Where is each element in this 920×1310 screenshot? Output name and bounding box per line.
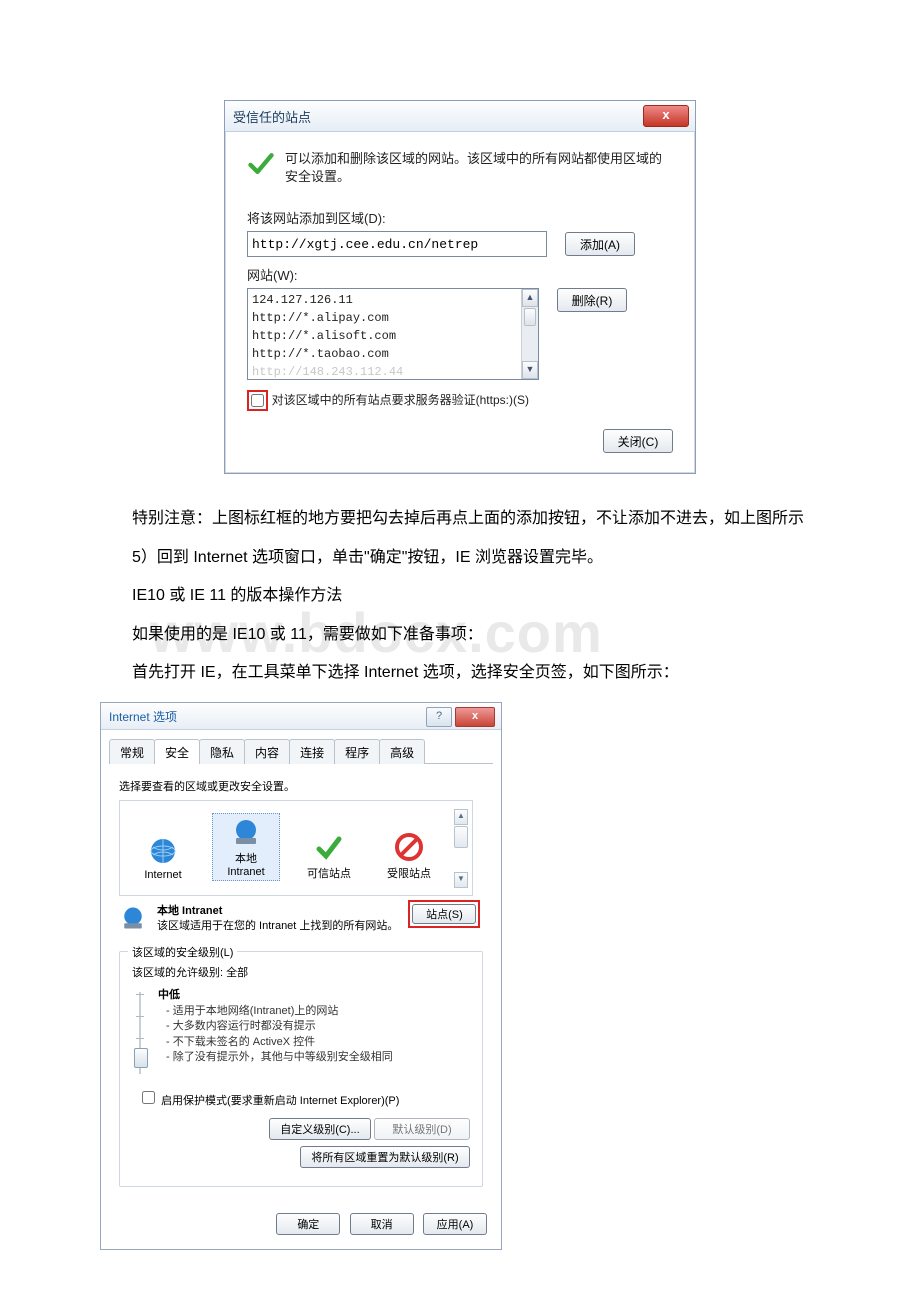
zone-local-intranet[interactable]: 本地 Intranet [212, 813, 280, 881]
add-site-input[interactable] [247, 231, 547, 257]
sites-button-highlight: 站点(S) [408, 900, 480, 928]
https-checkbox[interactable] [251, 394, 264, 407]
security-legend: 该区域的安全级别(L) [128, 944, 237, 960]
tab-security[interactable]: 安全 [154, 739, 200, 764]
list-item[interactable]: http://*.alisoft.com [252, 327, 534, 345]
add-field-label: 将该网站添加到区域(D): [247, 208, 673, 227]
dialog-title: 受信任的站点 [233, 107, 311, 126]
tab-connections[interactable]: 连接 [289, 739, 335, 764]
protected-mode-label: 启用保护模式(要求重新启动 Internet Explorer)(P) [161, 1095, 399, 1107]
default-level-button[interactable]: 默认级别(D) [374, 1118, 470, 1140]
bullet: 除了没有提示外，其他与中等级别安全级相同 [173, 1051, 393, 1063]
cancel-button[interactable]: 取消 [350, 1213, 414, 1235]
bullet: 适用于本地网络(Intranet)上的网站 [173, 1005, 339, 1017]
para-prep: 如果使用的是 IE10 或 11，需要做如下准备事项： [100, 620, 820, 650]
globe-icon [119, 904, 147, 935]
close-icon[interactable]: x [455, 707, 495, 727]
list-item[interactable]: http://*.alipay.com [252, 309, 534, 327]
titlebar[interactable]: Internet 选项 ? x [101, 703, 501, 730]
list-item[interactable]: http://148.243.112.44 [252, 363, 534, 380]
sites-label: 网站(W): [247, 265, 673, 284]
tab-privacy[interactable]: 隐私 [199, 739, 245, 764]
scroll-up-icon[interactable]: ▲ [522, 289, 538, 307]
zone-scrollbar[interactable]: ▲ ▼ [454, 809, 468, 888]
ok-button[interactable]: 确定 [276, 1213, 340, 1235]
intro-text: 可以添加和删除该区域的网站。该区域中的所有网站都使用区域的安全设置。 [285, 150, 673, 186]
apply-button[interactable]: 应用(A) [423, 1213, 487, 1235]
list-item[interactable]: 124.127.126.11 [252, 291, 534, 309]
zone-restricted[interactable]: 受限站点 [378, 831, 440, 881]
help-icon[interactable]: ? [426, 707, 452, 727]
scroll-thumb[interactable] [524, 308, 536, 326]
tab-general[interactable]: 常规 [109, 739, 155, 764]
trusted-sites-dialog: 受信任的站点 x 可以添加和删除该区域的网站。该区域中的所有网站都使用区域的安全… [224, 100, 696, 474]
https-checkbox-highlight [247, 390, 268, 411]
para-open: 首先打开 IE，在工具菜单下选择 Internet 选项，选择安全页签，如下图所… [100, 658, 820, 688]
reset-all-button[interactable]: 将所有区域重置为默认级别(R) [300, 1146, 470, 1168]
tab-content[interactable]: 内容 [244, 739, 290, 764]
para-heading: IE10 或 IE 11 的版本操作方法 [100, 581, 820, 611]
internet-options-dialog: Internet 选项 ? x 常规 安全 隐私 内容 连接 程序 高级 选择要… [100, 702, 502, 1250]
tab-advanced[interactable]: 高级 [379, 739, 425, 764]
para-step5: 5）回到 Internet 选项窗口，单击"确定"按钮，IE 浏览器设置完毕。 [100, 543, 820, 573]
zone-selector: Internet 本地 Intranet 可信站点 受限站点 ▲ ▼ [119, 800, 473, 896]
https-label: 对该区域中的所有站点要求服务器验证(https:)(S) [272, 393, 529, 407]
scroll-thumb[interactable] [454, 826, 468, 848]
scroll-up-icon[interactable]: ▲ [454, 809, 468, 825]
security-level-group: 该区域的安全级别(L) 该区域的允许级别: 全部 中低 - 适用于本地网络(In… [119, 951, 483, 1187]
scroll-down-icon[interactable]: ▼ [454, 872, 468, 888]
titlebar[interactable]: 受信任的站点 x [225, 101, 695, 132]
sites-listbox[interactable]: 124.127.126.11 http://*.alipay.com http:… [247, 288, 539, 380]
zone-description: 该区域适用于在您的 Intranet 上找到的所有网站。 [157, 919, 398, 934]
close-button[interactable]: 关闭(C) [603, 429, 673, 453]
checkmark-icon [247, 150, 275, 178]
bullet: 不下载未签名的 ActiveX 控件 [173, 1036, 315, 1048]
close-icon[interactable]: x [643, 105, 689, 127]
protected-mode-checkbox[interactable] [142, 1091, 155, 1104]
zone-hint: 选择要查看的区域或更改安全设置。 [119, 778, 483, 794]
security-slider[interactable] [132, 988, 148, 1078]
tabs: 常规 安全 隐私 内容 连接 程序 高级 [109, 738, 493, 764]
allow-level-label: 该区域的允许级别: 全部 [132, 964, 470, 980]
zone-title: 本地 Intranet [157, 904, 398, 919]
para-note: 特别注意：上图标红框的地方要把勾去掉后再点上面的添加按钮，不让添加不进去，如上图… [100, 504, 820, 534]
level-name: 中低 [158, 988, 393, 1003]
tab-programs[interactable]: 程序 [334, 739, 380, 764]
scrollbar[interactable]: ▲ ▼ [521, 289, 538, 379]
list-item[interactable]: http://*.taobao.com [252, 345, 534, 363]
zone-trusted[interactable]: 可信站点 [298, 831, 360, 881]
custom-level-button[interactable]: 自定义级别(C)... [269, 1118, 370, 1140]
remove-button[interactable]: 删除(R) [557, 288, 627, 312]
dialog-title: Internet 选项 [109, 708, 177, 725]
zone-internet[interactable]: Internet [132, 835, 194, 881]
scroll-down-icon[interactable]: ▼ [522, 361, 538, 379]
add-button[interactable]: 添加(A) [565, 232, 635, 256]
sites-button[interactable]: 站点(S) [412, 904, 476, 924]
bullet: 大多数内容运行时都没有提示 [173, 1020, 316, 1032]
